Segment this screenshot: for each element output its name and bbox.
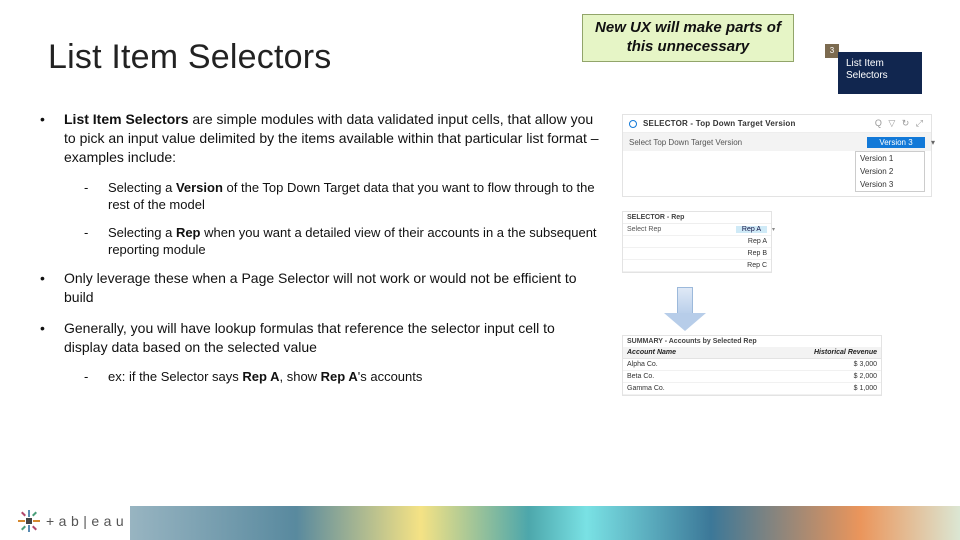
bullet-1: • List Item Selectors are simple modules… xyxy=(40,110,600,167)
bullet-1-bold: List Item Selectors xyxy=(64,111,189,127)
page-title: List Item Selectors xyxy=(48,38,331,77)
fig3-col2: Historical Revenue xyxy=(738,347,881,359)
bullet-2: • Only leverage these when a Page Select… xyxy=(40,269,600,307)
fig1-title: SELECTOR - Top Down Target Version xyxy=(643,119,796,128)
arrow-down-icon xyxy=(664,287,706,331)
fig1-option[interactable]: Version 1 xyxy=(856,152,924,165)
fig3-title: SUMMARY - Accounts by Selected Rep xyxy=(623,336,881,347)
figure-selector-version: SELECTOR - Top Down Target Version Q ▽ ↻… xyxy=(622,114,932,197)
bullet-3a: - ex: if the Selector says Rep A, show R… xyxy=(84,368,600,386)
footer-band xyxy=(130,506,960,540)
table-row: Alpha Co.$ 3,000 xyxy=(623,359,881,371)
fig3-col1: Account Name xyxy=(623,347,738,359)
fig2-selected-cell[interactable]: Rep A xyxy=(736,226,767,233)
tableau-mark-icon xyxy=(18,510,40,532)
tag-label: List Item Selectors xyxy=(838,52,922,94)
footer: + a b | e a u xyxy=(0,498,960,540)
figure-selector-rep: SELECTOR - Rep Select Rep Rep A Rep A Re… xyxy=(622,211,772,273)
bullet-3: • Generally, you will have lookup formul… xyxy=(40,319,600,357)
fig1-dropdown[interactable]: Version 1 Version 2 Version 3 xyxy=(855,151,925,192)
figure-column: SELECTOR - Top Down Target Version Q ▽ ↻… xyxy=(622,114,932,410)
bullet-1b: - Selecting a Rep when you want a detail… xyxy=(84,224,600,259)
table-row: Beta Co.$ 2,000 xyxy=(623,371,881,383)
bullet-1a: - Selecting a Version of the Top Down Ta… xyxy=(84,179,600,214)
figure-summary-table: SUMMARY - Accounts by Selected Rep Accou… xyxy=(622,335,882,396)
fig2-title: SELECTOR - Rep xyxy=(623,212,771,224)
table-row: Gamma Co.$ 1,000 xyxy=(623,383,881,395)
bullet-list: • List Item Selectors are simple modules… xyxy=(40,110,600,396)
fig2-row: Rep B xyxy=(748,250,767,257)
tag-number: 3 xyxy=(825,44,839,58)
fig2-row: Rep C xyxy=(747,262,767,269)
module-dot-icon xyxy=(629,120,637,128)
fig1-row-label: Select Top Down Target Version xyxy=(629,138,742,147)
fig1-toolbar-icons: Q ▽ ↻ ⤢ xyxy=(875,118,925,129)
fig2-row: Rep A xyxy=(748,238,767,245)
tableau-logo: + a b | e a u xyxy=(18,510,124,532)
callout-note: New UX will make parts of this unnecessa… xyxy=(582,14,794,62)
fig2-row-label: Select Rep xyxy=(627,226,661,233)
fig1-selected-cell[interactable]: Version 3 xyxy=(867,137,925,148)
fig1-option[interactable]: Version 2 xyxy=(856,165,924,178)
slide: List Item Selectors New UX will make par… xyxy=(0,0,960,540)
tableau-wordmark: + a b | e a u xyxy=(46,513,124,529)
fig1-option[interactable]: Version 3 xyxy=(856,178,924,191)
